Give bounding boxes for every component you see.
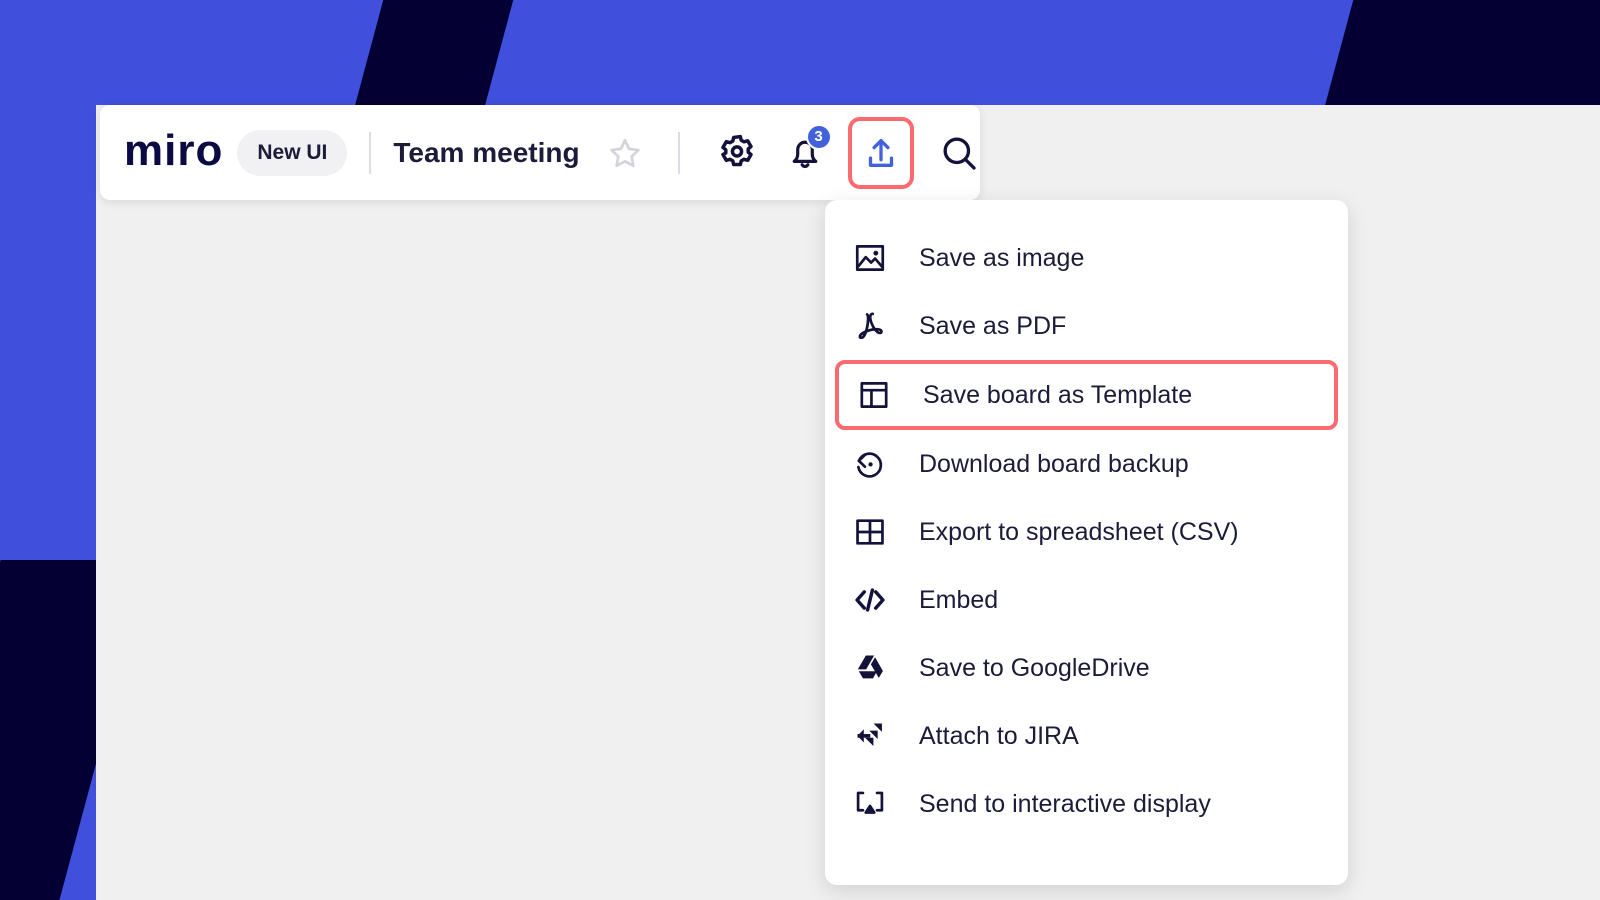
app-root: miro New UI Team meeting 3 Save as image… — [0, 0, 1600, 900]
notification-count-badge: 3 — [805, 123, 832, 150]
restore-backup-icon — [847, 447, 893, 481]
menu-item-label: Save to GoogleDrive — [919, 653, 1150, 682]
jira-icon — [847, 719, 893, 753]
toolbar-divider — [369, 131, 372, 174]
menu-item-save-as-pdf[interactable]: Save as PDF — [825, 292, 1348, 360]
menu-item-label: Embed — [919, 585, 999, 614]
menu-item-save-as-image[interactable]: Save as image — [825, 224, 1348, 292]
search-button[interactable] — [928, 122, 990, 184]
menu-item-attach-to-jira[interactable]: Attach to JIRA — [825, 702, 1348, 770]
code-brackets-icon — [847, 582, 893, 618]
export-dropdown-menu: Save as image Save as PDF Save board as … — [825, 200, 1348, 885]
menu-item-label: Download board backup — [919, 449, 1189, 478]
menu-item-label: Save as image — [919, 243, 1085, 272]
menu-item-label: Save board as Template — [923, 380, 1193, 409]
favorite-star-button[interactable] — [594, 122, 656, 184]
miro-logo[interactable]: miro — [124, 128, 223, 177]
board-title[interactable]: Team meeting — [393, 137, 579, 169]
cast-display-icon — [847, 787, 893, 821]
menu-item-save-to-googledrive[interactable]: Save to GoogleDrive — [825, 634, 1348, 702]
menu-item-send-to-interactive-display[interactable]: Send to interactive display — [825, 770, 1348, 838]
search-icon — [939, 133, 979, 173]
menu-item-save-board-as-template[interactable]: Save board as Template — [835, 360, 1338, 430]
google-drive-icon — [847, 651, 893, 685]
settings-button[interactable] — [706, 122, 768, 184]
menu-item-label: Save as PDF — [919, 311, 1067, 340]
upload-export-icon — [863, 135, 899, 171]
star-icon — [608, 136, 642, 170]
menu-item-label: Send to interactive display — [919, 789, 1211, 818]
menu-item-download-board-backup[interactable]: Download board backup — [825, 430, 1348, 498]
top-toolbar: miro New UI Team meeting 3 — [100, 105, 980, 200]
menu-item-label: Export to spreadsheet (CSV) — [919, 517, 1239, 546]
notifications-button[interactable]: 3 — [774, 122, 836, 184]
menu-item-export-to-spreadsheet[interactable]: Export to spreadsheet (CSV) — [825, 498, 1348, 566]
menu-item-embed[interactable]: Embed — [825, 566, 1348, 634]
pdf-acrobat-icon — [847, 309, 893, 343]
new-ui-badge[interactable]: New UI — [237, 129, 348, 176]
export-button[interactable] — [847, 116, 914, 189]
gear-icon — [716, 132, 758, 174]
template-layout-icon — [851, 378, 897, 412]
grid-table-icon — [847, 515, 893, 549]
toolbar-divider — [677, 131, 680, 174]
menu-item-label: Attach to JIRA — [919, 721, 1079, 750]
image-icon — [847, 241, 893, 275]
